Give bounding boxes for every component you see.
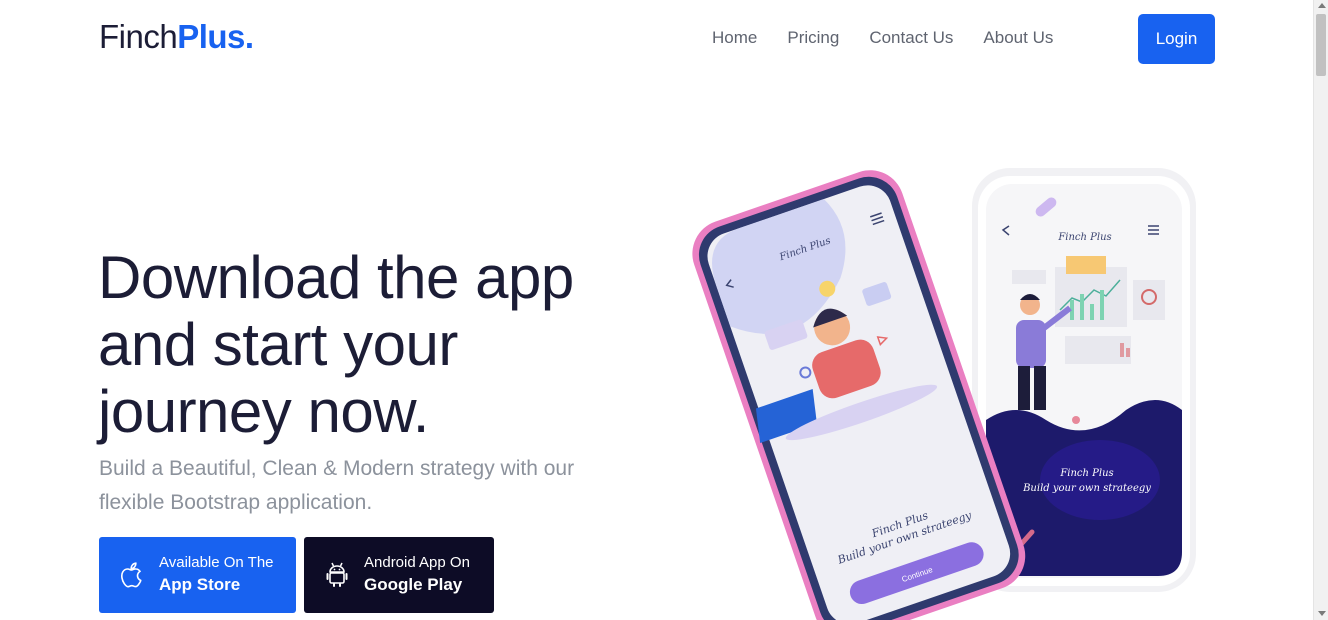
scroll-up-icon[interactable]	[1318, 3, 1326, 8]
android-icon	[324, 560, 350, 590]
login-button[interactable]: Login	[1138, 14, 1215, 64]
nav-contact-link[interactable]: Contact Us	[869, 28, 953, 48]
page-scrollbar[interactable]	[1313, 0, 1328, 620]
app-store-text: Available On The App Store	[159, 553, 274, 597]
navbar: FinchPlus. Home Pricing Contact Us About…	[0, 0, 1313, 78]
app-store-line2: App Store	[159, 575, 241, 594]
brand-name-part1: Finch	[99, 18, 178, 55]
brand-logo[interactable]: FinchPlus.	[99, 18, 254, 56]
google-play-text: Android App On Google Play	[364, 553, 470, 597]
nav-pricing-link[interactable]: Pricing	[787, 28, 839, 48]
hero-title: Download the app and start your journey …	[98, 244, 658, 445]
right-phone-header: Finch Plus	[1057, 232, 1111, 243]
hero-title-line: journey now.	[98, 378, 429, 445]
right-phone-tagline2: Build your own strateegy	[1022, 483, 1151, 494]
google-play-button[interactable]: Android App On Google Play	[304, 537, 494, 613]
google-play-line2: Google Play	[364, 575, 463, 594]
hero-subtitle: Build a Beautiful, Clean & Modern strate…	[99, 452, 639, 520]
app-store-button[interactable]: Available On The App Store	[99, 537, 296, 613]
nav-about-link[interactable]: About Us	[983, 28, 1053, 48]
scroll-down-icon[interactable]	[1318, 611, 1326, 616]
hero-subtitle-line: flexible Bootstrap application.	[99, 491, 373, 514]
hero-title-line: Download the app	[98, 244, 574, 311]
hero-subtitle-line: Build a Beautiful, Clean & Modern strate…	[99, 457, 575, 480]
scroll-thumb[interactable]	[1316, 14, 1326, 76]
google-play-line1: Android App On	[364, 554, 470, 571]
nav-home-link[interactable]: Home	[712, 28, 757, 48]
main-nav: Home Pricing Contact Us About Us	[712, 28, 1053, 48]
hero-phones-illustration: Finch Plus Finch Plus Build your own str…	[660, 150, 1220, 620]
brand-name-part2: Plus.	[177, 18, 254, 55]
right-phone-tagline1: Finch Plus	[1059, 468, 1113, 479]
apple-icon	[119, 560, 145, 590]
hero-title-line: and start your	[98, 311, 458, 378]
app-store-line1: Available On The	[159, 554, 274, 571]
